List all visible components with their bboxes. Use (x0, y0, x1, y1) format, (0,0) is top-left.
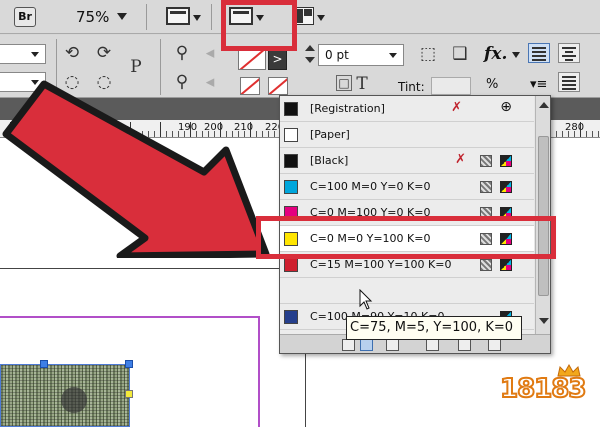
mouse-cursor-icon (359, 289, 373, 310)
tint-unit: % (486, 77, 499, 92)
corner-options-icon[interactable]: ⬚ (418, 44, 438, 64)
chevron-down-icon[interactable] (512, 52, 520, 58)
stroke-swatch-box[interactable] (268, 77, 288, 95)
align-left-icon[interactable] (528, 43, 550, 63)
selection-handle[interactable] (40, 360, 48, 368)
watermark-logo: 18183 (496, 364, 587, 410)
swatch-name: [Black] (310, 154, 349, 167)
effects-button[interactable]: fx. (484, 44, 507, 64)
select-previous-icon[interactable]: ◂ (200, 43, 220, 63)
rotate-icon[interactable]: ⟲ (62, 43, 82, 63)
panel-menu-icon[interactable]: ▾≡ (530, 77, 547, 92)
cmyk-mode-icon (500, 259, 512, 271)
chevron-down-icon[interactable] (193, 15, 201, 21)
swatch-row-paper[interactable]: [Paper] (280, 122, 534, 148)
x-position-field[interactable] (0, 44, 46, 64)
color-chip (284, 310, 298, 324)
swatch-row-hidden[interactable] (280, 278, 534, 304)
divider (211, 4, 212, 30)
zoom-level[interactable]: 75% (76, 7, 109, 27)
select-container-icon[interactable]: ⚲ (172, 43, 192, 63)
ruler-tick (562, 131, 563, 137)
non-editable-icon: ✗ (455, 152, 466, 167)
selection-handle[interactable] (125, 390, 133, 398)
chevron-down-icon[interactable] (117, 13, 127, 20)
cmyk-mode-icon (500, 155, 512, 167)
swatch-scrollbar[interactable] (535, 96, 550, 334)
swatch-list[interactable]: [Registration] ✗ ⊕ [Paper] [Black] ✗ C=1… (280, 96, 534, 334)
scroll-up-icon[interactable] (539, 102, 549, 108)
process-color-icon (480, 181, 492, 193)
page-edge (0, 268, 305, 269)
crown-icon (557, 364, 581, 377)
non-editable-icon: ✗ (451, 100, 462, 115)
ruler-tick (580, 122, 581, 137)
application-bar: Br 75% (0, 0, 600, 34)
swatch-name: [Paper] (310, 128, 350, 141)
color-chip (284, 180, 298, 194)
apply-to-text-icon[interactable]: T (352, 74, 372, 94)
align-justify-icon[interactable] (558, 72, 580, 92)
watermark-text: 18183 (499, 373, 587, 405)
placed-image-frame[interactable] (0, 364, 130, 427)
stroke-weight-stepper[interactable] (305, 44, 315, 66)
swatch-row-registration[interactable]: [Registration] ✗ ⊕ (280, 96, 534, 122)
color-chip (284, 128, 298, 142)
ruler-tick (556, 131, 557, 137)
bridge-button[interactable]: Br (14, 7, 36, 27)
process-color-icon (480, 155, 492, 167)
new-color-group-icon[interactable] (426, 339, 439, 351)
align-center-icon[interactable] (558, 43, 580, 63)
pointer-arrow-annotation (2, 80, 270, 258)
divider (146, 4, 147, 30)
delete-swatch-icon[interactable] (488, 339, 501, 351)
scroll-down-icon[interactable] (539, 318, 549, 324)
swatch-name: C=100 M=0 Y=0 K=0 (310, 180, 431, 193)
swatch-tooltip: C=75, M=5, Y=100, K=0 (346, 316, 522, 340)
new-swatch-icon[interactable] (458, 339, 471, 351)
registration-icon: ⊕ (500, 99, 512, 115)
ruler-tick (586, 131, 587, 137)
chevron-down-icon[interactable] (317, 15, 325, 21)
swatch-row-cyan[interactable]: C=100 M=0 Y=0 K=0 (280, 174, 534, 200)
margin-guide (258, 316, 260, 427)
selection-handle[interactable] (125, 360, 133, 368)
swatch-name: [Registration] (310, 102, 385, 115)
color-chip (284, 258, 298, 272)
fill-highlight-frame (221, 0, 297, 51)
ruler-tick (274, 131, 275, 137)
tint-field[interactable] (431, 77, 471, 95)
apply-to-frame-icon[interactable]: □ (336, 75, 352, 91)
color-chip (284, 102, 298, 116)
show-color-swatches-icon[interactable] (360, 339, 373, 351)
stroke-weight-field[interactable]: 0 pt (318, 44, 404, 66)
cmyk-mode-icon (500, 181, 512, 193)
drop-shadow-icon[interactable]: ❑ (450, 44, 470, 64)
show-all-swatches-icon[interactable] (342, 339, 355, 351)
tint-label: Tint: (398, 80, 425, 94)
rotate-clockwise-icon[interactable]: ⟳ (94, 43, 114, 63)
margin-guide (0, 316, 259, 318)
ruler-tick (568, 131, 569, 137)
show-gradient-swatches-icon[interactable] (386, 339, 399, 351)
frame-fitting-icon[interactable]: P (126, 57, 146, 77)
swatch-name: C=15 M=100 Y=100 K=0 (310, 258, 452, 271)
swatch-row-black[interactable]: [Black] ✗ (280, 148, 534, 174)
selected-swatch-highlight-frame (256, 216, 556, 259)
color-chip (284, 154, 298, 168)
ruler-tick (574, 131, 575, 137)
process-color-icon (480, 259, 492, 271)
view-options-icon[interactable] (166, 7, 190, 25)
ruler-tick (592, 131, 593, 137)
ruler-tick (598, 131, 599, 137)
